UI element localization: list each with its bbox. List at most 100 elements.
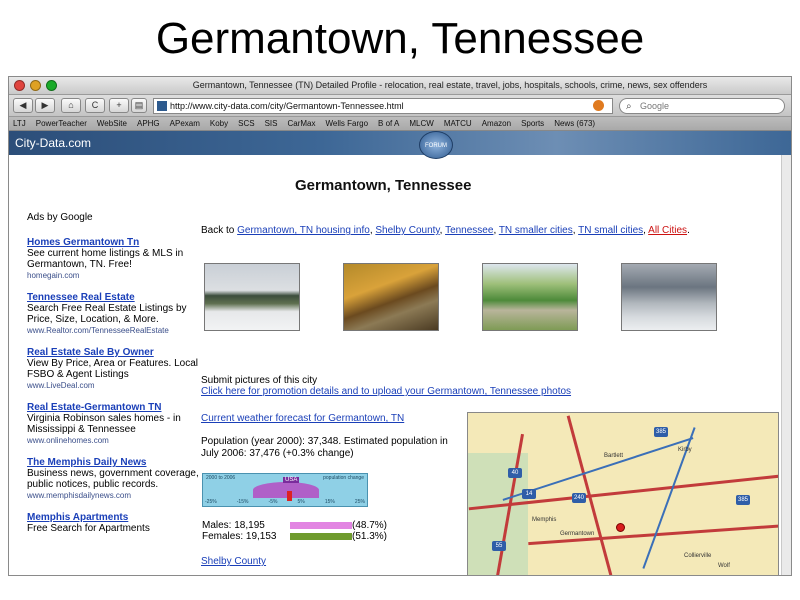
bookmark-item[interactable]: MATCU [444,119,472,128]
males-label: Males: 18,195 [202,520,265,531]
shelby-section: Shelby County [201,556,266,567]
home-button[interactable]: ⌂ [61,98,81,113]
bookmark-item[interactable]: APHG [137,119,160,128]
weather-forecast-link[interactable]: Current weather forecast for Germantown,… [201,413,404,424]
browser-toolbar: ◀ ▶ ⌂ C + ▤ http://www.city-data.com/cit… [9,95,791,117]
graph-tick-label: 15% [324,499,335,505]
ad-url[interactable]: www.LiveDeal.com [27,380,202,391]
map-shield-14: 14 [522,489,536,499]
bookmark-item[interactable]: APexam [170,119,200,128]
bookmark-item[interactable]: WebSite [97,119,127,128]
add-bookmark-button[interactable]: + [109,98,129,113]
city-photo[interactable] [621,263,717,331]
ad-url[interactable]: homegain.com [27,270,202,281]
ad-item: Tennessee Real Estate Search Free Real Es… [27,292,202,336]
upload-photos-link[interactable]: Click here for promotion details and to … [201,386,571,397]
location-pin-icon[interactable] [616,523,625,532]
ad-item: Homes Germantown Tn See current home list… [27,237,202,281]
ad-body: Search Free Real Estate Listings by Pric… [27,303,187,325]
city-photo[interactable] [204,263,300,331]
back-to-link[interactable]: TN small cities [578,225,643,236]
graph-ticks: -25% -15% -5% 5% 15% 25% [203,499,367,505]
submit-pictures: Submit pictures of this city Click here … [201,375,621,397]
bookmark-item[interactable]: Koby [210,119,228,128]
bookmark-item[interactable]: Wells Fargo [326,119,369,128]
all-cities-link[interactable]: All Cities [648,225,687,236]
bookmark-item[interactable]: CarMax [287,119,315,128]
map-shield-385b: 385 [654,427,668,437]
back-to-link[interactable]: Shelby County [375,225,439,236]
bookmark-item[interactable]: SCS [238,119,254,128]
males-pct: (48.7%) [352,520,388,531]
ad-item: Real Estate Sale By Owner View By Price, … [27,347,202,391]
back-to-link[interactable]: TN smaller cities [499,225,573,236]
females-label: Females: 19,153 [202,531,277,542]
vertical-scrollbar[interactable] [781,155,791,575]
ad-url[interactable]: www.memphisdailynews.com [27,490,202,501]
title-bar: Germantown, Tennessee (TN) Detailed Prof… [9,77,791,95]
map-shield-i40: 40 [508,468,522,478]
graph-tick-label: 25% [354,499,365,505]
map-label-kirby: Kirby [678,447,692,453]
map-label-wolf: Wolf [718,563,730,569]
city-map[interactable]: 40 240 55 14 385 385 Memphis Germantown … [467,412,779,575]
ad-title-link[interactable]: Memphis Apartments [27,512,202,523]
reload-button[interactable]: C [85,98,105,113]
gender-stats: Males: 18,195 (48.7%) Females: 19,153 (5… [202,520,402,542]
map-shield-i55: 55 [492,541,506,551]
bookmark-item[interactable]: News (673) [554,119,595,128]
rss-icon[interactable]: ▤ [131,98,147,113]
minimize-window-button[interactable] [30,80,41,91]
bookmark-item[interactable]: B of A [378,119,399,128]
graph-tick-label: -5% [268,499,278,505]
back-to-link[interactable]: Tennessee [445,225,493,236]
map-label-collierville: Collierville [684,553,712,559]
ad-title-link[interactable]: Real Estate-Germantown TN [27,402,202,413]
back-to-link[interactable]: Germantown, TN housing info [237,225,370,236]
bookmark-item[interactable]: LTJ [13,119,26,128]
ad-body: Free Search for Apartments [27,523,150,534]
ad-title-link[interactable]: The Memphis Daily News [27,457,202,468]
refresh-icon[interactable] [593,100,604,111]
ad-body: View By Price, Area or Features. Local F… [27,358,199,380]
ad-item: Memphis Apartments Free Search for Apartm… [27,512,202,534]
females-bar [290,533,352,540]
page-content: Germantown, Tennessee Ads by Google Home… [9,155,781,575]
bookmark-item[interactable]: SIS [265,119,278,128]
population-text: Population (year 2000): 37,348. Estimate… [201,436,448,459]
ad-title-link[interactable]: Tennessee Real Estate [27,292,202,303]
back-to-links: Back to Germantown, TN housing info, She… [201,225,690,236]
usa-marker-label: USA [283,477,300,483]
back-button[interactable]: ◀ [13,98,33,113]
url-text: http://www.city-data.com/city/Germantown… [170,101,404,111]
ad-item: Real Estate-Germantown TN Virginia Robins… [27,402,202,446]
ad-body: Virginia Robinson sales homes - in Missi… [27,413,181,435]
ads-label: Ads by Google [27,212,93,223]
females-pct: (51.3%) [352,531,388,542]
ad-url[interactable]: www.onlinehomes.com [27,435,202,446]
distribution-curve [253,482,319,498]
zoom-window-button[interactable] [46,80,57,91]
forward-button[interactable]: ▶ [35,98,55,113]
close-window-button[interactable] [14,80,25,91]
search-input[interactable]: ⌕ Google [619,98,785,114]
ad-title-link[interactable]: Homes Germantown Tn [27,237,202,248]
map-label-germantown: Germantown [560,531,595,537]
shelby-county-link[interactable]: Shelby County [201,556,266,567]
address-bar[interactable]: http://www.city-data.com/city/Germantown… [153,98,613,114]
map-label-bartlett: Bartlett [604,453,624,459]
search-placeholder: Google [640,101,670,111]
ad-url[interactable]: www.Realtor.com/TennesseeRealEstate [27,325,202,336]
bookmark-item[interactable]: Amazon [482,119,511,128]
bookmarks-bar: LTJ PowerTeacher WebSite APHG APexam Koby SCS S… [9,117,791,131]
bookmark-item[interactable]: PowerTeacher [36,119,87,128]
site-logo[interactable]: City-Data.com [15,136,91,150]
city-photo[interactable] [343,263,439,331]
graph-tick-label: 5% [297,499,305,505]
submit-pictures-heading: Submit pictures of this city [201,375,318,386]
bookmark-item[interactable]: MLCW [409,119,433,128]
city-photo[interactable] [482,263,578,331]
males-bar [290,522,352,529]
ad-title-link[interactable]: Real Estate Sale By Owner [27,347,202,358]
bookmark-item[interactable]: Sports [521,119,544,128]
